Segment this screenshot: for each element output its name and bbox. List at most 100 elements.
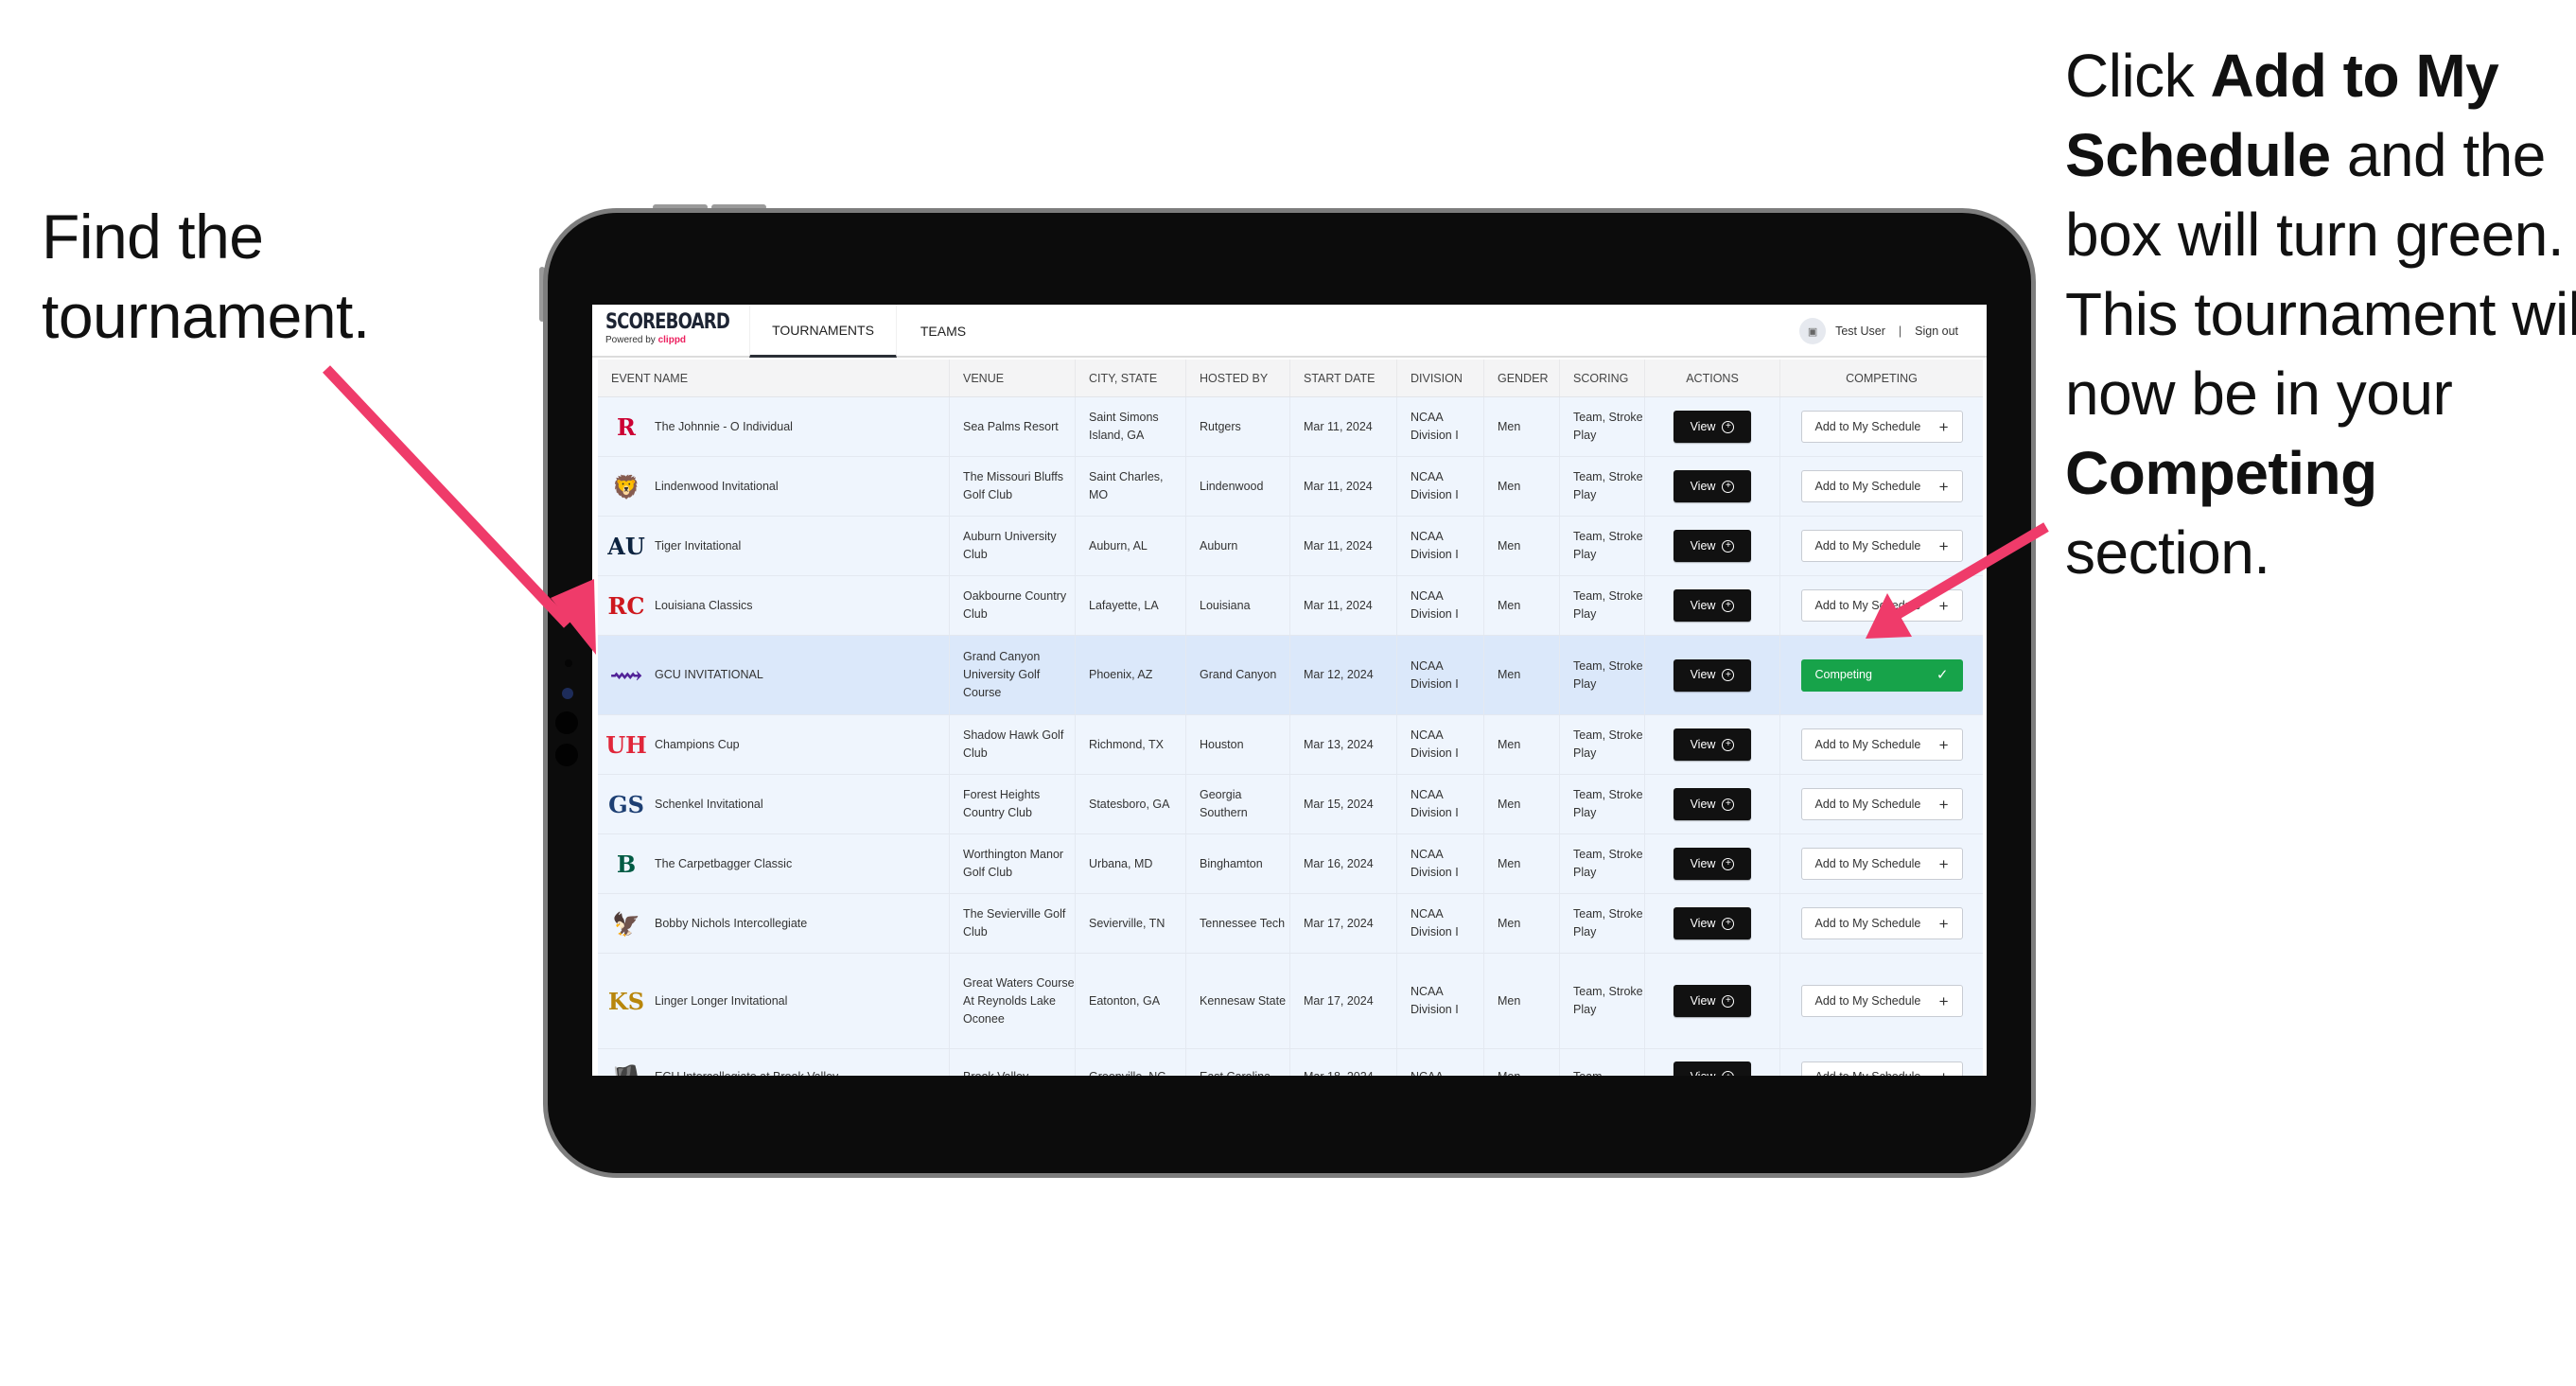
cell-actions: View + xyxy=(1645,1049,1780,1076)
ecu-logo-icon: 🏴 xyxy=(611,1062,641,1077)
table-row[interactable]: GS Schenkel Invitational Forest Heights … xyxy=(598,775,1983,834)
column-header-gender[interactable]: GENDER xyxy=(1484,360,1560,396)
add-to-schedule-button[interactable]: Add to My Schedule + xyxy=(1800,470,1963,502)
add-to-schedule-button[interactable]: Add to My Schedule + xyxy=(1800,907,1963,939)
cell-competing: Add to My Schedule + xyxy=(1780,457,1983,516)
avatar[interactable]: ▣ xyxy=(1799,318,1827,344)
add-to-schedule-label: Add to My Schedule xyxy=(1814,538,1921,553)
clippd-brand: clippd xyxy=(657,335,687,345)
table-row[interactable]: KS Linger Longer Invitational Great Wate… xyxy=(598,954,1983,1049)
cell-venue: Sea Palms Resort xyxy=(950,397,1076,456)
instruction-find-tournament: Find the tournament. xyxy=(42,202,370,351)
cell-hosted-by: Kennesaw State xyxy=(1186,954,1290,1048)
column-header-venue[interactable]: VENUE xyxy=(950,360,1076,396)
plus-circle-icon: + xyxy=(1722,798,1735,811)
cell-city-state: Auburn, AL xyxy=(1076,517,1186,575)
competing-button[interactable]: Competing ✓ xyxy=(1800,658,1963,692)
column-header-city-state[interactable]: CITY, STATE xyxy=(1076,360,1186,396)
sign-out-link[interactable]: Sign out xyxy=(1915,325,1958,338)
view-button[interactable]: View + xyxy=(1674,658,1751,692)
column-header-scoring[interactable]: SCORING xyxy=(1560,360,1645,396)
event-name[interactable]: Champions Cup xyxy=(655,736,740,754)
cell-hosted-by: Auburn xyxy=(1186,517,1290,575)
table-row[interactable]: 🦁 Lindenwood Invitational The Missouri B… xyxy=(598,457,1983,517)
event-name[interactable]: Schenkel Invitational xyxy=(655,796,763,814)
cell-venue: Auburn University Club xyxy=(950,517,1076,575)
table-row[interactable]: R The Johnnie - O Individual Sea Palms R… xyxy=(598,397,1983,457)
add-to-schedule-button[interactable]: Add to My Schedule + xyxy=(1800,1061,1963,1076)
cell-division: NCAA Division I xyxy=(1397,517,1484,575)
cell-gender: Men xyxy=(1484,576,1560,635)
add-to-schedule-button[interactable]: Add to My Schedule + xyxy=(1800,788,1963,820)
view-label: View xyxy=(1690,993,1716,1008)
tab-tournaments[interactable]: TOURNAMENTS xyxy=(749,305,897,358)
cell-hosted-by: Rutgers xyxy=(1186,397,1290,456)
view-button[interactable]: View + xyxy=(1674,728,1751,761)
kennesaw-state-logo-icon: KS xyxy=(607,987,645,1015)
view-button[interactable]: View + xyxy=(1674,848,1751,880)
view-button[interactable]: View + xyxy=(1674,530,1751,562)
scoreboard-logo[interactable]: SCOREBOARD Powered by clippd xyxy=(605,310,757,346)
add-to-schedule-button[interactable]: Add to My Schedule + xyxy=(1800,530,1963,562)
cell-city-state: Lafayette, LA xyxy=(1076,576,1186,635)
cell-start-date: Mar 11, 2024 xyxy=(1290,397,1397,456)
view-button[interactable]: View + xyxy=(1674,470,1751,502)
column-header-hosted-by[interactable]: HOSTED BY xyxy=(1186,360,1290,396)
view-button[interactable]: View + xyxy=(1674,1061,1751,1076)
add-to-schedule-button[interactable]: Add to My Schedule + xyxy=(1800,728,1963,761)
event-name[interactable]: ECU Intercollegiate at Brook Valley xyxy=(655,1068,838,1076)
event-name[interactable]: Louisiana Classics xyxy=(655,597,753,615)
table-header: EVENT NAME VENUE CITY, STATE HOSTED BY S… xyxy=(598,360,1983,397)
georgia-southern-logo-icon: GS xyxy=(608,790,644,818)
cell-venue: Oakbourne Country Club xyxy=(950,576,1076,635)
plus-circle-icon: + xyxy=(1722,1071,1735,1076)
cell-city-state: Urbana, MD xyxy=(1076,834,1186,893)
instruction-text-3: section. xyxy=(2065,518,2270,587)
lindenwood-logo-icon: 🦁 xyxy=(612,472,640,500)
cell-scoring: Team, Stroke Play xyxy=(1560,457,1645,516)
column-header-start-date[interactable]: START DATE xyxy=(1290,360,1397,396)
add-to-schedule-button[interactable]: Add to My Schedule + xyxy=(1800,848,1963,880)
event-name[interactable]: GCU INVITATIONAL xyxy=(655,666,763,684)
event-name[interactable]: The Johnnie - O Individual xyxy=(655,418,793,436)
event-name[interactable]: The Carpetbagger Classic xyxy=(655,855,792,873)
table-row[interactable]: B The Carpetbagger Classic Worthington M… xyxy=(598,834,1983,894)
view-button[interactable]: View + xyxy=(1674,411,1751,443)
event-name[interactable]: Bobby Nichols Intercollegiate xyxy=(655,915,807,933)
auburn-logo-icon: AU xyxy=(607,532,645,560)
view-button[interactable]: View + xyxy=(1674,985,1751,1017)
add-to-schedule-button[interactable]: Add to My Schedule + xyxy=(1800,411,1963,443)
table-row[interactable]: AU Tiger Invitational Auburn University … xyxy=(598,517,1983,576)
table-row[interactable]: UH Champions Cup Shadow Hawk Golf Club R… xyxy=(598,715,1983,775)
cell-gender: Men xyxy=(1484,457,1560,516)
tab-teams[interactable]: TEAMS xyxy=(910,305,976,358)
cell-scoring: Team, Stroke Play xyxy=(1560,894,1645,953)
add-to-schedule-button[interactable]: Add to My Schedule + xyxy=(1800,589,1963,622)
event-name[interactable]: Linger Longer Invitational xyxy=(655,992,787,1010)
add-to-schedule-button[interactable]: Add to My Schedule + xyxy=(1800,985,1963,1017)
cell-hosted-by: Tennessee Tech xyxy=(1186,894,1290,953)
cell-actions: View + xyxy=(1645,636,1780,714)
view-button[interactable]: View + xyxy=(1674,589,1751,622)
plus-icon: + xyxy=(1938,854,1949,873)
powered-by-label: Powered by xyxy=(605,335,656,345)
column-header-division[interactable]: DIVISION xyxy=(1397,360,1484,396)
user-area: ▣ Test User | Sign out xyxy=(1799,318,1958,344)
plus-circle-icon: + xyxy=(1722,917,1735,930)
event-name[interactable]: Tiger Invitational xyxy=(655,537,741,555)
cell-event-name: 🏴 ECU Intercollegiate at Brook Valley xyxy=(598,1049,950,1076)
view-label: View xyxy=(1690,916,1716,930)
cell-scoring: Team, Stroke Play xyxy=(1560,636,1645,714)
cell-hosted-by: Georgia Southern xyxy=(1186,775,1290,833)
event-name[interactable]: Lindenwood Invitational xyxy=(655,478,779,496)
table-row[interactable]: RC Louisiana Classics Oakbourne Country … xyxy=(598,576,1983,636)
cell-event-name: 🦁 Lindenwood Invitational xyxy=(598,457,950,516)
view-button[interactable]: View + xyxy=(1674,788,1751,820)
column-header-event-name[interactable]: EVENT NAME xyxy=(598,360,950,396)
table-row[interactable]: ⟿ GCU INVITATIONAL Grand Canyon Universi… xyxy=(598,636,1983,715)
view-button[interactable]: View + xyxy=(1674,907,1751,939)
table-row[interactable]: 🏴 ECU Intercollegiate at Brook Valley Br… xyxy=(598,1049,1983,1076)
cell-hosted-by: Binghamton xyxy=(1186,834,1290,893)
table-row[interactable]: 🦅 Bobby Nichols Intercollegiate The Sevi… xyxy=(598,894,1983,954)
cell-event-name: B The Carpetbagger Classic xyxy=(598,834,950,893)
